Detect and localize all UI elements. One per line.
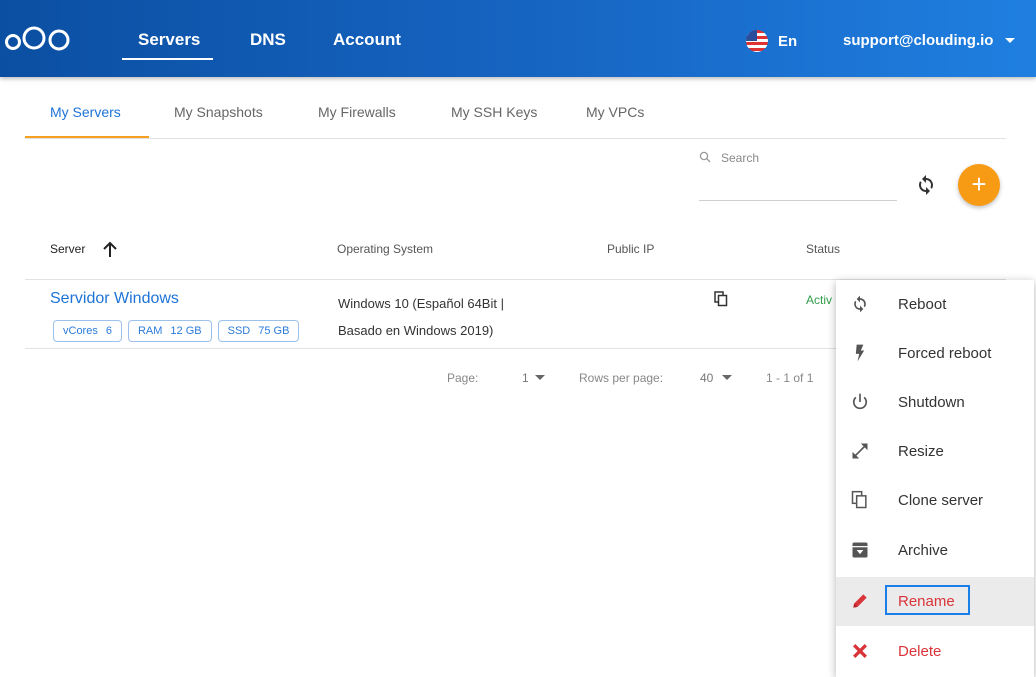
os-cell: Windows 10 (Español 64Bit | Basado en Wi… [338,290,538,344]
server-name-link[interactable]: Servidor Windows [50,290,179,308]
menu-item-shutdown[interactable]: Shutdown [836,378,1034,427]
menu-label: Archive [898,542,949,559]
spec-chip: vCores 6 [53,320,122,342]
clouding-logo[interactable] [4,22,74,54]
os-line: Basado en Windows 2019) [338,323,494,338]
archive-icon [852,542,868,558]
nav-active-indicator [122,58,213,60]
menu-label: Reboot [898,296,947,313]
focus-highlight [885,585,970,615]
nav-dns[interactable]: DNS [250,30,286,50]
search-input[interactable] [699,170,897,201]
power-icon [852,393,868,410]
rows-per-page-label: Rows per page: [579,371,664,385]
tab-my-vpcs[interactable]: My VPCs [586,104,644,120]
menu-label: Clone server [898,492,984,509]
resize-icon [852,443,868,459]
menu-label: Forced reboot [898,345,992,362]
reboot-icon [854,295,866,313]
pencil-icon [853,594,867,608]
spec-chip: SSD 75 GB [217,320,300,342]
refresh-icon[interactable] [914,173,938,197]
user-email: support@clouding.io [843,32,994,49]
sub-tabs: My Servers My Snapshots My Firewalls My … [25,96,1006,139]
language-selector[interactable]: En [746,30,797,52]
nav-servers[interactable]: Servers [138,30,200,50]
menu-item-resize[interactable]: Resize [836,427,1034,476]
tab-active-indicator [25,136,149,138]
close-icon [852,643,868,659]
tab-my-snapshots[interactable]: My Snapshots [174,104,263,120]
tab-my-firewalls[interactable]: My Firewalls [318,104,396,120]
chevron-down-icon [1005,38,1016,43]
menu-item-delete[interactable]: Delete [836,627,1034,676]
search-placeholder: Search [721,151,760,165]
add-server-button[interactable]: + [958,164,1000,206]
column-header-server[interactable]: Server [50,242,85,256]
spec-chip: RAM 12 GB [127,320,212,342]
menu-item-clone-server[interactable]: Clone server [836,476,1034,525]
page-label: Page: [447,371,479,385]
column-header-public-ip[interactable]: Public IP [607,242,654,256]
user-menu[interactable]: support@clouding.io [843,32,1016,49]
menu-label: Shutdown [898,394,965,411]
column-header-status[interactable]: Status [806,242,840,256]
server-actions-menu: Reboot Forced reboot Shutdown Resize Clo… [836,280,1034,677]
us-flag-icon [746,30,768,52]
copy-icon[interactable] [714,291,728,307]
pagination-range: 1 - 1 of 1 [766,371,814,385]
bolt-icon [855,344,865,362]
server-spec-chips: vCores 6 RAM 12 GB SSD 75 GB [53,320,300,342]
menu-item-rename[interactable]: Rename [836,577,1034,626]
arrow-up-icon[interactable] [100,240,120,260]
rows-per-page-select[interactable]: 40 [700,371,713,385]
os-line: Windows 10 (Español 64Bit | [338,296,504,311]
chevron-down-icon[interactable] [535,375,545,380]
menu-label: Resize [898,443,944,460]
clone-icon [851,490,867,509]
column-header-os[interactable]: Operating System [337,242,433,256]
top-navbar: Servers DNS Account En support@clouding.… [0,0,1036,77]
page-select[interactable]: 1 [522,371,529,385]
status-badge: Activ [806,293,833,307]
language-label: En [778,32,798,50]
menu-item-archive[interactable]: Archive [836,526,1034,575]
menu-item-reboot[interactable]: Reboot [836,280,1034,329]
nav-account[interactable]: Account [333,30,401,50]
search-icon [699,151,711,163]
tab-my-ssh-keys[interactable]: My SSH Keys [451,104,537,120]
menu-label: Delete [898,643,942,660]
menu-item-forced-reboot[interactable]: Forced reboot [836,329,1034,378]
tab-my-servers[interactable]: My Servers [50,104,121,120]
chevron-down-icon[interactable] [722,375,732,380]
